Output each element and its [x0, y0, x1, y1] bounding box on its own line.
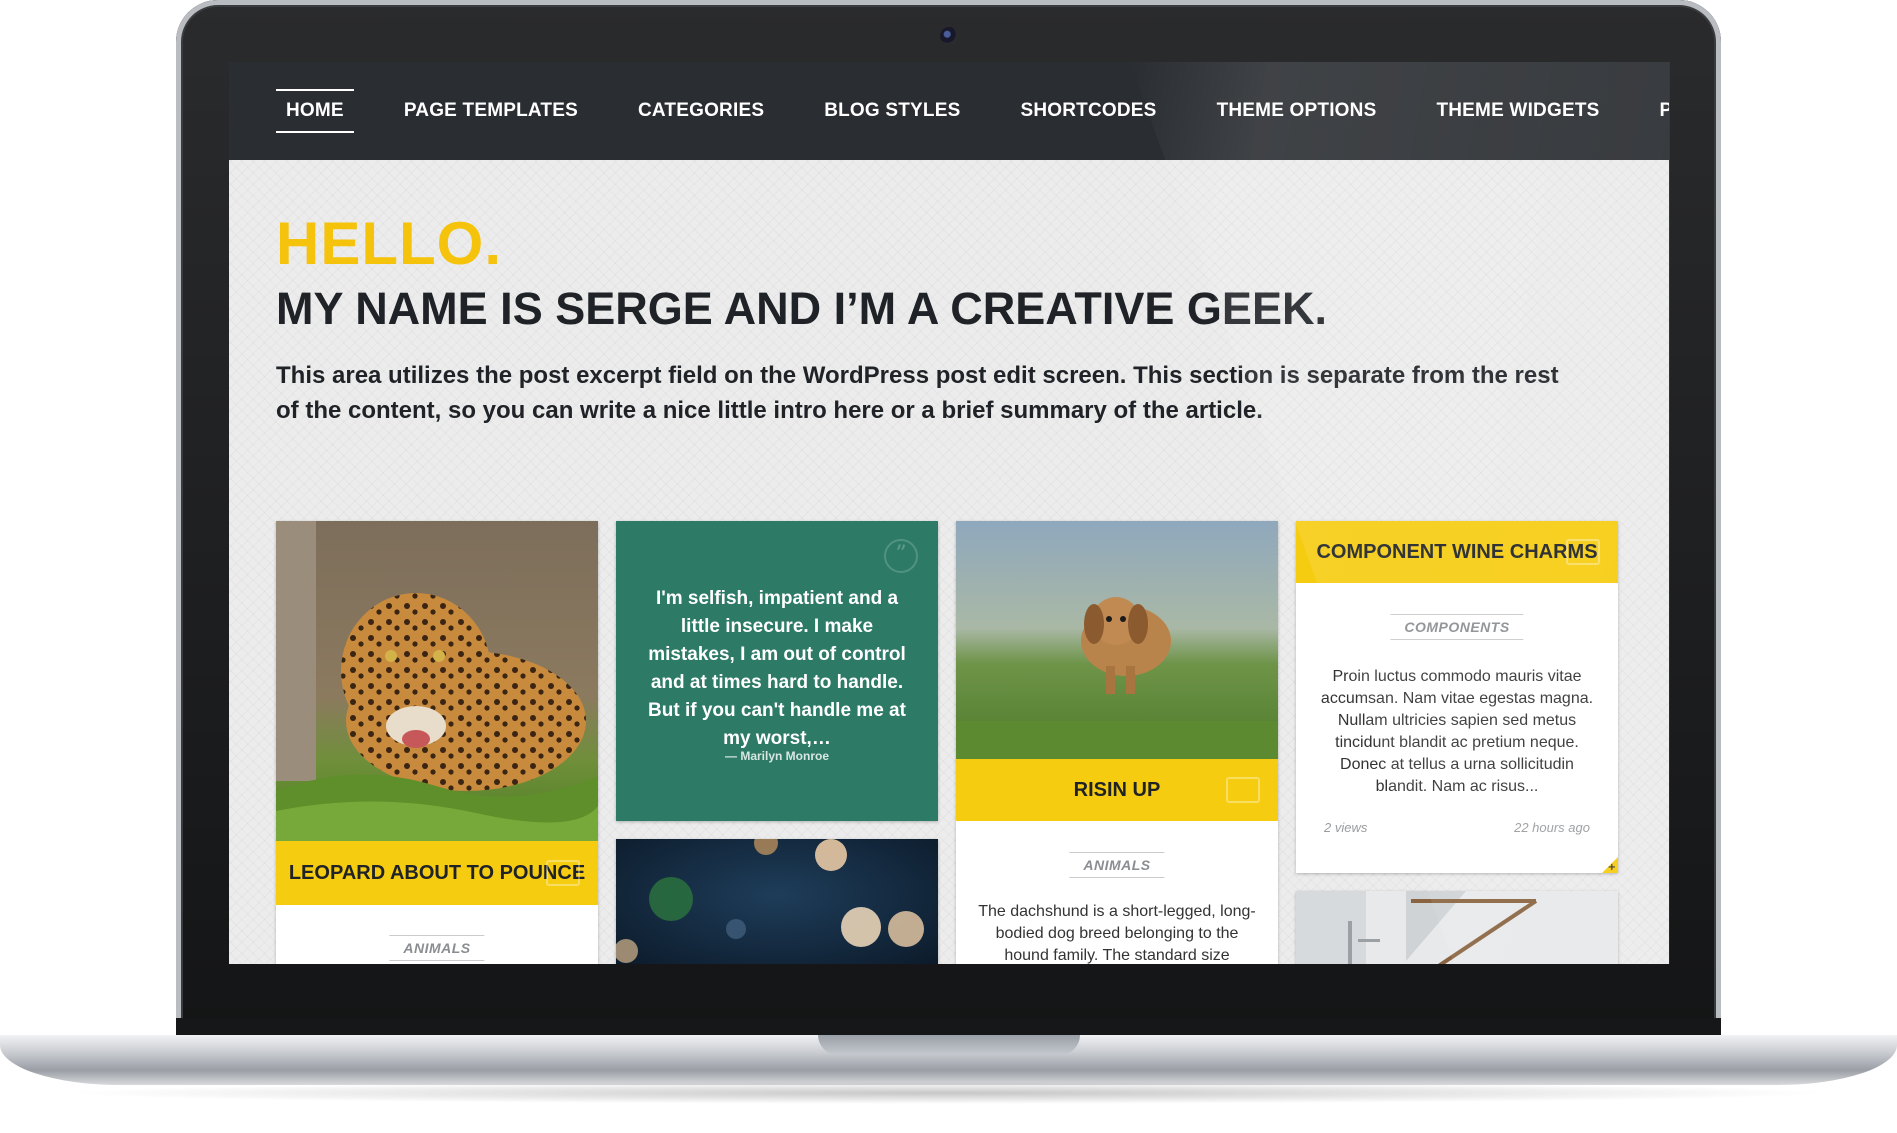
dachshund-image: [956, 521, 1278, 759]
hero-hello: HELLO.: [276, 210, 502, 277]
webcam-icon: [940, 27, 958, 45]
post-title-bar[interactable]: RISIN UP: [956, 759, 1278, 821]
nav-item-theme-options[interactable]: THEME OPTIONS: [1207, 90, 1387, 132]
laptop-notch: [818, 1035, 1080, 1055]
post-card-interior[interactable]: [1296, 891, 1618, 964]
post-category[interactable]: COMPONENTS: [1390, 614, 1524, 640]
hero-headline: MY NAME IS SERGE AND I’M A CREATIVE GEEK…: [276, 283, 1327, 334]
post-excerpt: Proin luctus commodo mauris vitae accums…: [1320, 668, 1594, 795]
laptop-hinge: [176, 1018, 1721, 1035]
post-card-leopard[interactable]: LEOPARD ABOUT TO POUNCE ANIMALS: [276, 521, 598, 964]
quote-text[interactable]: I'm selfish, impatient and a little inse…: [636, 585, 918, 753]
image-format-icon: [1566, 539, 1600, 565]
post-views: 2 views: [1324, 820, 1368, 835]
laptop-screen: HOME PAGE TEMPLATES CATEGORIES BLOG STYL…: [229, 62, 1669, 964]
post-card-dog[interactable]: RISIN UP ANIMALS The dachshund is a shor…: [956, 521, 1278, 964]
post-category[interactable]: ANIMALS: [1069, 852, 1165, 878]
post-title-bar[interactable]: LEOPARD ABOUT TO POUNCE: [276, 841, 598, 905]
top-navigation-bar: HOME PAGE TEMPLATES CATEGORIES BLOG STYL…: [229, 62, 1669, 160]
image-format-icon: [546, 860, 580, 886]
post-excerpt: The dachshund is a short-legged, long-bo…: [978, 903, 1256, 964]
post-card-rain[interactable]: [616, 839, 938, 964]
post-title[interactable]: LEOPARD ABOUT TO POUNCE: [289, 862, 585, 885]
post-time: 22 hours ago: [1514, 820, 1590, 835]
nav-item-post-formats[interactable]: POST FORMATS: [1650, 90, 1670, 132]
main-nav: HOME PAGE TEMPLATES CATEGORIES BLOG STYL…: [276, 62, 1669, 160]
hero-intro: This area utilizes the post excerpt fiel…: [276, 362, 1559, 424]
post-category[interactable]: ANIMALS: [389, 935, 485, 961]
laptop-shadow: [60, 1082, 1837, 1104]
nav-item-categories[interactable]: CATEGORIES: [628, 90, 774, 132]
leopard-photo[interactable]: [276, 521, 598, 841]
nav-item-theme-widgets[interactable]: THEME WIDGETS: [1426, 90, 1609, 132]
nav-item-home[interactable]: HOME: [276, 89, 354, 133]
leopard-image: [276, 521, 598, 841]
post-title-bar[interactable]: COMPONENT WINE CHARMS: [1296, 521, 1618, 583]
image-format-icon: [1226, 777, 1260, 803]
post-title[interactable]: RISIN UP: [1074, 779, 1161, 802]
rain-bokeh-image: [616, 839, 938, 964]
nav-item-blog-styles[interactable]: BLOG STYLES: [814, 90, 970, 132]
plus-icon[interactable]: +: [1608, 862, 1616, 873]
post-title[interactable]: COMPONENT WINE CHARMS: [1316, 541, 1597, 564]
post-card-quote[interactable]: ” I'm selfish, impatient and a little in…: [616, 521, 938, 821]
nav-item-shortcodes[interactable]: SHORTCODES: [1010, 90, 1166, 132]
quote-author: — Marilyn Monroe: [724, 749, 829, 763]
post-card-wine-charms[interactable]: COMPONENT WINE CHARMS COMPONENTS Proin l…: [1296, 521, 1618, 873]
dog-photo[interactable]: [956, 521, 1278, 759]
interior-image: [1296, 891, 1618, 964]
quote-icon: ”: [884, 539, 918, 573]
nav-item-page-templates[interactable]: PAGE TEMPLATES: [394, 90, 588, 132]
